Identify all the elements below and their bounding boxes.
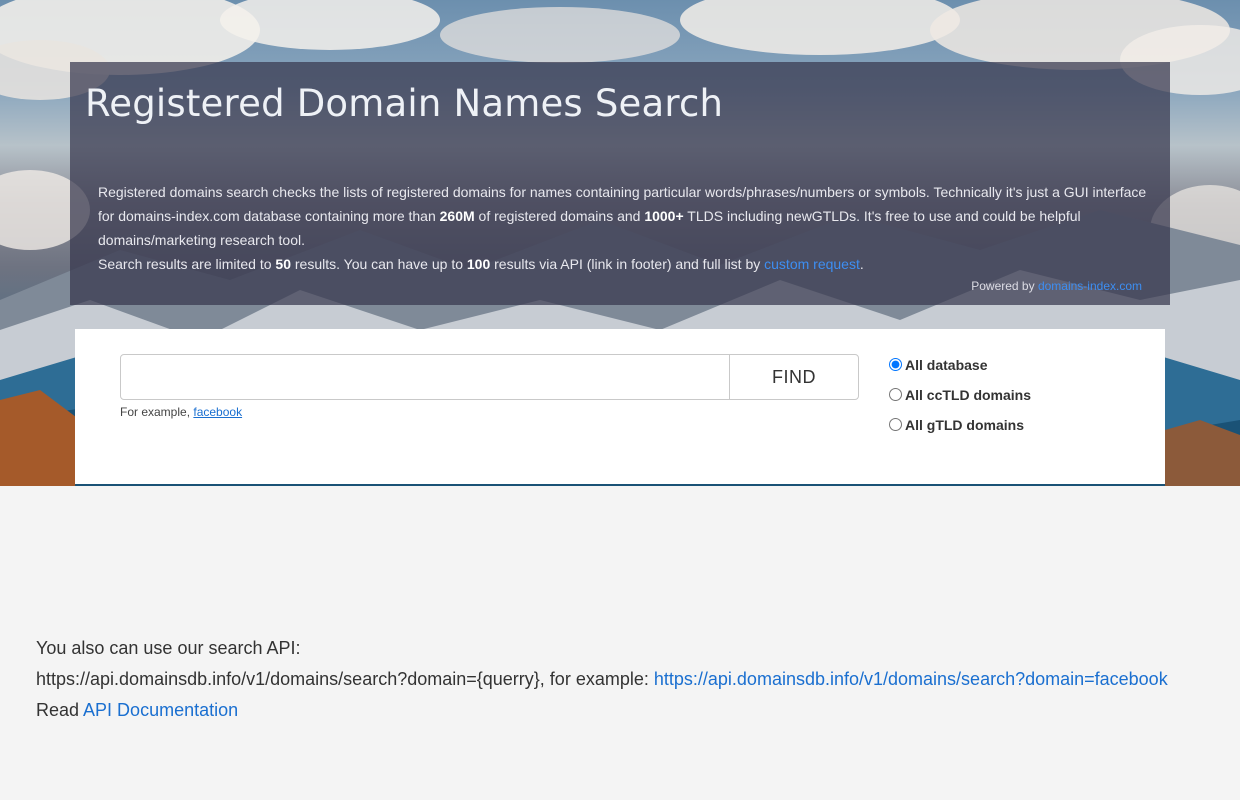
api-example-link[interactable]: https://api.domainsdb.info/v1/domains/se… (654, 669, 1168, 689)
limit-text-2: results. You can have up to (290, 256, 467, 272)
intro-panel: Registered Domain Names Search Registere… (70, 62, 1170, 305)
filter-gtld-radio[interactable] (889, 418, 902, 431)
example-link[interactable]: facebook (193, 405, 242, 419)
tld-count: 1000+ (644, 208, 684, 224)
powered-by-link[interactable]: domains-index.com (1038, 279, 1142, 293)
database-filter: All database All ccTLD domains All gTLD … (889, 357, 1031, 447)
search-example: For example, facebook (120, 405, 242, 419)
api-intro: You also can use our search API: (36, 638, 301, 658)
custom-request-link[interactable]: custom request (764, 256, 860, 272)
limit-text-3: results via API (link in footer) and ful… (490, 256, 765, 272)
limit-text-1: Search results are limited to (98, 256, 276, 272)
powered-by: Powered by domains-index.com (971, 279, 1142, 293)
api-info: You also can use our search API: https:/… (36, 633, 1168, 726)
filter-cctld[interactable]: All ccTLD domains (889, 387, 1031, 417)
filter-cctld-radio[interactable] (889, 388, 902, 401)
domain-count: 260M (439, 208, 475, 224)
search-input[interactable] (120, 354, 730, 400)
api-template: https://api.domainsdb.info/v1/domains/se… (36, 669, 649, 689)
example-prefix: For example, (120, 405, 191, 419)
find-button[interactable]: FIND (729, 354, 859, 400)
filter-all-database-radio[interactable] (889, 358, 902, 371)
api-docs-link[interactable]: API Documentation (83, 700, 238, 720)
api-read-prefix: Read (36, 700, 80, 720)
description-text-2: of registered domains and (474, 208, 645, 224)
filter-gtld-label: All gTLD domains (905, 417, 1024, 433)
result-limit: 50 (275, 256, 291, 272)
page-title: Registered Domain Names Search (85, 82, 724, 125)
filter-all-database[interactable]: All database (889, 357, 1031, 387)
powered-by-label: Powered by (971, 279, 1035, 293)
filter-all-database-label: All database (905, 357, 988, 373)
filter-gtld[interactable]: All gTLD domains (889, 417, 1031, 447)
api-template-line: https://api.domainsdb.info/v1/domains/se… (36, 664, 1168, 695)
description: Registered domains search checks the lis… (98, 180, 1148, 276)
limit-end: . (859, 256, 864, 272)
api-result-limit: 100 (466, 256, 491, 272)
filter-cctld-label: All ccTLD domains (905, 387, 1032, 403)
api-docs-line: Read API Documentation (36, 695, 1168, 726)
search-panel: FIND For example, facebook All database … (75, 329, 1165, 484)
